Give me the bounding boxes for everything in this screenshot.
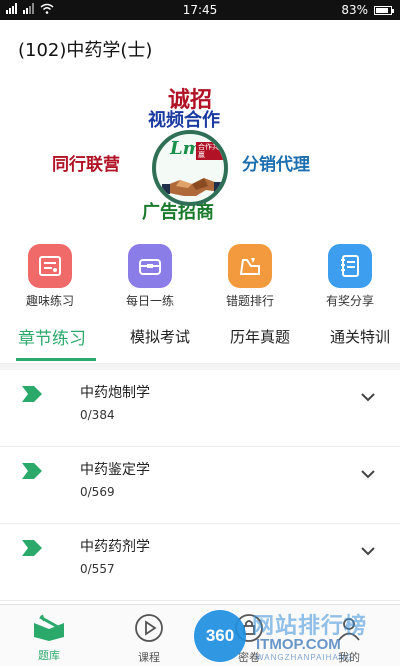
quick-menu-practice[interactable]: 趣味练习 <box>10 244 90 309</box>
status-bar: 17:45 83% <box>0 0 400 20</box>
user-icon <box>338 618 360 641</box>
lock-paper-icon <box>235 614 263 642</box>
chevron-down-icon[interactable] <box>360 469 376 479</box>
tab-chapter-practice[interactable]: 章节练习 <box>18 324 86 349</box>
quick-menu: 趣味练习 每日一练 错题排行 有奖分享 <box>0 244 400 310</box>
status-time: 17:45 <box>182 3 218 17</box>
question-bank-icon <box>34 614 64 641</box>
chapter-row[interactable]: 中药鉴定学 0/569 <box>0 447 400 524</box>
active-tab-indicator <box>16 358 96 361</box>
banner-left-text: 同行联营 <box>52 155 120 175</box>
promo-banner[interactable]: 诚招 视频合作 同行联营 分销代理 广告招商 Lm 合作共赢 <box>40 76 360 234</box>
status-icons-right: 83% <box>341 3 394 17</box>
quick-menu-label: 每日一练 <box>125 294 174 308</box>
chapter-name: 中药鉴定学 <box>80 462 150 478</box>
tab-intensive-training[interactable]: 通关特训 <box>330 326 390 347</box>
banner-right-text: 分销代理 <box>242 155 310 175</box>
nav-label: 课程 <box>138 651 160 664</box>
chapter-row[interactable]: 中药药剂学 0/557 <box>0 524 400 601</box>
practice-list-icon <box>28 244 72 288</box>
nav-item-question-bank[interactable]: 题库 <box>14 613 84 663</box>
chapter-progress: 0/569 <box>80 485 115 499</box>
nav-label: 密卷 <box>238 651 260 664</box>
nav-item-profile[interactable]: 我的 <box>314 613 384 665</box>
chapter-flag-icon <box>22 386 42 402</box>
page-title[interactable]: (102)中药学(士) <box>18 36 152 62</box>
nav-item-courses[interactable]: 课程 <box>114 613 184 665</box>
banner-subline: 视频合作 <box>148 110 220 131</box>
chapter-flag-icon <box>22 540 42 556</box>
chevron-down-icon[interactable] <box>360 546 376 556</box>
nav-label: 题库 <box>38 649 60 662</box>
quick-menu-daily[interactable]: 每日一练 <box>110 244 190 309</box>
banner-logo: Lm 合作共赢 <box>152 130 228 206</box>
share-notebook-icon <box>328 244 372 288</box>
quick-menu-wrong-ranking[interactable]: 错题排行 <box>210 244 290 309</box>
chapter-list: 中药炮制学 0/384 中药鉴定学 0/569 中药药剂学 0/557 <box>0 370 400 601</box>
daily-box-icon <box>128 244 172 288</box>
tab-mock-exam[interactable]: 模拟考试 <box>130 326 190 347</box>
quick-menu-label: 趣味练习 <box>25 294 74 308</box>
category-tabs: 章节练习 模拟考试 历年真题 通关特训 <box>0 318 400 364</box>
quick-menu-label: 有奖分享 <box>325 294 374 308</box>
handshake-icon <box>162 178 222 196</box>
chapter-name: 中药炮制学 <box>80 385 150 401</box>
battery-icon <box>374 5 394 15</box>
wrong-ranking-icon <box>228 244 272 288</box>
chapter-name: 中药药剂学 <box>80 539 150 555</box>
nav-label: 我的 <box>338 651 360 664</box>
play-circle-icon <box>135 614 163 642</box>
nav-item-exam-papers[interactable]: 密卷 <box>214 613 284 665</box>
chapter-flag-icon <box>22 463 42 479</box>
quick-menu-share[interactable]: 有奖分享 <box>310 244 390 309</box>
chapter-progress: 0/557 <box>80 562 115 576</box>
bottom-nav: 题库 课程 密卷 我的 <box>0 604 400 666</box>
battery-percent: 83% <box>341 3 368 17</box>
chapter-progress: 0/384 <box>80 408 115 422</box>
chapter-row[interactable]: 中药炮制学 0/384 <box>0 370 400 447</box>
logo-tag: 合作共赢 <box>196 142 224 160</box>
tab-past-exams[interactable]: 历年真题 <box>230 326 290 347</box>
quick-menu-label: 错题排行 <box>225 294 274 308</box>
chevron-down-icon[interactable] <box>360 392 376 402</box>
